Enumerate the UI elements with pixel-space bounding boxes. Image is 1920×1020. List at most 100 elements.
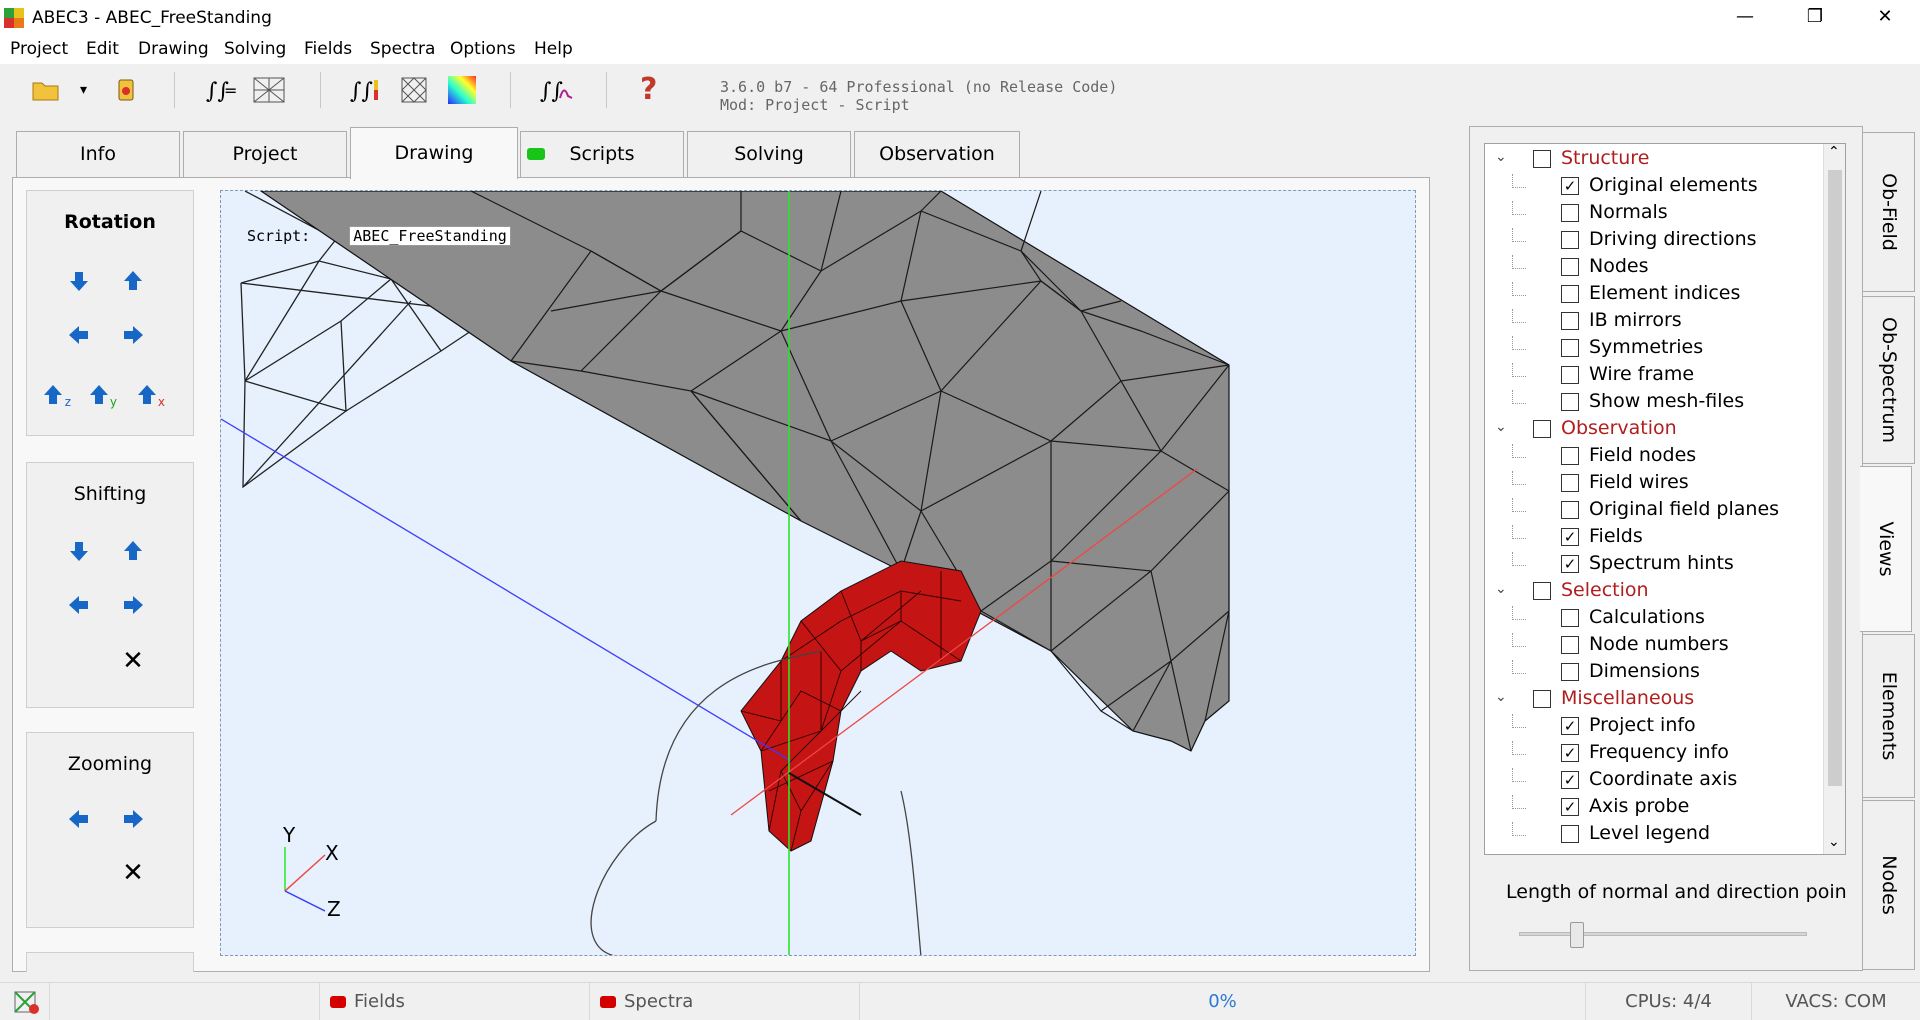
3d-viewport[interactable]: Script: ABEC_FreeStanding Y X Z	[220, 190, 1416, 956]
integral-field-icon[interactable]: ∫∫	[350, 74, 382, 106]
color-map-icon[interactable]	[446, 74, 478, 106]
tree-scrollbar[interactable]: ⌃ ⌄	[1823, 144, 1845, 854]
shift-left-arrow-icon[interactable]	[65, 591, 93, 619]
expand-chevron-icon[interactable]: ⌄	[1495, 581, 1513, 597]
tree-item[interactable]: Normals	[1485, 201, 1825, 228]
menu-fields[interactable]: Fields	[304, 39, 352, 59]
menu-drawing[interactable]: Drawing	[138, 39, 209, 59]
tree-item[interactable]: ✓ Project info	[1485, 714, 1825, 741]
mesh-field-icon[interactable]	[398, 74, 430, 106]
tab-drawing[interactable]: Drawing	[350, 127, 518, 179]
tree-item[interactable]: Field wires	[1485, 471, 1825, 498]
open-dropdown-icon[interactable]: ▾	[80, 74, 94, 106]
tab-info[interactable]: Info	[16, 131, 180, 177]
tree-item[interactable]: ✓ Coordinate axis	[1485, 768, 1825, 795]
zoom-reset-icon[interactable]: ✕	[119, 859, 147, 887]
tree-item[interactable]: Original field planes	[1485, 498, 1825, 525]
checkbox[interactable]: ✓	[1561, 744, 1579, 762]
shift-reset-icon[interactable]: ✕	[119, 647, 147, 675]
tree-item[interactable]: Driving directions	[1485, 228, 1825, 255]
side-tab-views[interactable]: Views	[1860, 466, 1912, 632]
zoom-out-arrow-icon[interactable]	[65, 805, 93, 833]
checkbox[interactable]	[1533, 582, 1551, 600]
tab-scripts[interactable]: Scripts	[520, 131, 684, 177]
rotate-down-arrow-icon[interactable]	[65, 267, 93, 295]
checkbox[interactable]	[1561, 366, 1579, 384]
checkbox[interactable]	[1561, 474, 1579, 492]
tree-item[interactable]: Dimensions	[1485, 660, 1825, 687]
expand-chevron-icon[interactable]: ⌄	[1495, 419, 1513, 435]
help-icon[interactable]: ?	[640, 74, 664, 106]
expand-chevron-icon[interactable]: ⌄	[1495, 689, 1513, 705]
side-tab-elements[interactable]: Elements	[1863, 634, 1915, 798]
shift-right-arrow-icon[interactable]	[119, 591, 147, 619]
checkbox[interactable]	[1561, 825, 1579, 843]
expand-chevron-icon[interactable]: ⌄	[1495, 149, 1513, 165]
tree-item[interactable]: Symmetries	[1485, 336, 1825, 363]
menu-edit[interactable]: Edit	[86, 39, 119, 59]
checkbox[interactable]	[1561, 258, 1579, 276]
zoom-in-arrow-icon[interactable]	[119, 805, 147, 833]
tree-item[interactable]: Nodes	[1485, 255, 1825, 282]
tree-group-structure[interactable]: ⌄ Structure	[1485, 147, 1825, 174]
checkbox[interactable]: ✓	[1561, 717, 1579, 735]
tree-item[interactable]: Element indices	[1485, 282, 1825, 309]
integral-spectrum-icon[interactable]: ∫∫	[540, 74, 574, 106]
rotate-y-arrow-icon[interactable]: y	[89, 381, 117, 409]
checkbox[interactable]	[1561, 663, 1579, 681]
tree-item[interactable]: Level legend	[1485, 822, 1825, 849]
shift-down-arrow-icon[interactable]	[65, 537, 93, 565]
checkbox[interactable]	[1561, 231, 1579, 249]
rotate-up-arrow-icon[interactable]	[119, 267, 147, 295]
checkbox[interactable]	[1561, 501, 1579, 519]
tree-item[interactable]: Field nodes	[1485, 444, 1825, 471]
shift-up-arrow-icon[interactable]	[119, 537, 147, 565]
checkbox[interactable]	[1533, 420, 1551, 438]
checkbox[interactable]	[1561, 285, 1579, 303]
status-fields[interactable]: Fields	[320, 983, 590, 1020]
checkbox[interactable]	[1561, 636, 1579, 654]
checkbox[interactable]	[1561, 609, 1579, 627]
tree-item[interactable]: Show mesh-files	[1485, 390, 1825, 417]
rotate-left-arrow-icon[interactable]	[65, 321, 93, 349]
tree-item[interactable]: Node numbers	[1485, 633, 1825, 660]
restore-button[interactable]: ❐	[1780, 0, 1850, 36]
side-tab-ob-field[interactable]: Ob-Field	[1863, 132, 1915, 292]
engine-icon[interactable]	[12, 987, 42, 1017]
checkbox[interactable]: ✓	[1561, 177, 1579, 195]
tree-item[interactable]: ✓ Axis probe	[1485, 795, 1825, 822]
menu-spectra[interactable]: Spectra	[370, 39, 435, 59]
status-spectra[interactable]: Spectra	[590, 983, 860, 1020]
tree-item[interactable]: ✓ Fields	[1485, 525, 1825, 552]
tree-item[interactable]: ✓ Frequency info	[1485, 741, 1825, 768]
rotate-right-arrow-icon[interactable]	[119, 321, 147, 349]
menu-solving[interactable]: Solving	[224, 39, 286, 59]
side-tab-nodes[interactable]: Nodes	[1863, 800, 1915, 970]
checkbox[interactable]: ✓	[1561, 555, 1579, 573]
menu-help[interactable]: Help	[534, 39, 573, 59]
menu-project[interactable]: Project	[10, 39, 68, 59]
save-project-icon[interactable]	[110, 74, 142, 106]
checkbox[interactable]	[1561, 204, 1579, 222]
tree-group-observation[interactable]: ⌄ Observation	[1485, 417, 1825, 444]
tab-observation[interactable]: Observation	[854, 131, 1020, 177]
scroll-up-icon[interactable]: ⌃	[1828, 144, 1840, 160]
menu-options[interactable]: Options	[450, 39, 516, 59]
tree-item[interactable]: Calculations	[1485, 606, 1825, 633]
tree-item[interactable]: ✓ Spectrum hints	[1485, 552, 1825, 579]
checkbox[interactable]: ✓	[1561, 528, 1579, 546]
tree-group-miscellaneous[interactable]: ⌄ Miscellaneous	[1485, 687, 1825, 714]
checkbox[interactable]	[1533, 690, 1551, 708]
tree-scroll-thumb[interactable]	[1828, 170, 1842, 786]
open-folder-icon[interactable]	[30, 74, 62, 106]
checkbox[interactable]	[1561, 447, 1579, 465]
checkbox[interactable]	[1561, 339, 1579, 357]
tree-item[interactable]: ✓ Original elements	[1485, 174, 1825, 201]
checkbox[interactable]	[1533, 150, 1551, 168]
checkbox[interactable]	[1561, 393, 1579, 411]
tab-project[interactable]: Project	[183, 131, 347, 177]
view-options-tree[interactable]: ⌄ Structure ✓ Original elements Normals Drivi…	[1484, 143, 1846, 855]
rotate-z-arrow-icon[interactable]: z	[43, 381, 71, 409]
tree-item[interactable]: Wire frame	[1485, 363, 1825, 390]
minimize-button[interactable]: —	[1710, 0, 1780, 36]
